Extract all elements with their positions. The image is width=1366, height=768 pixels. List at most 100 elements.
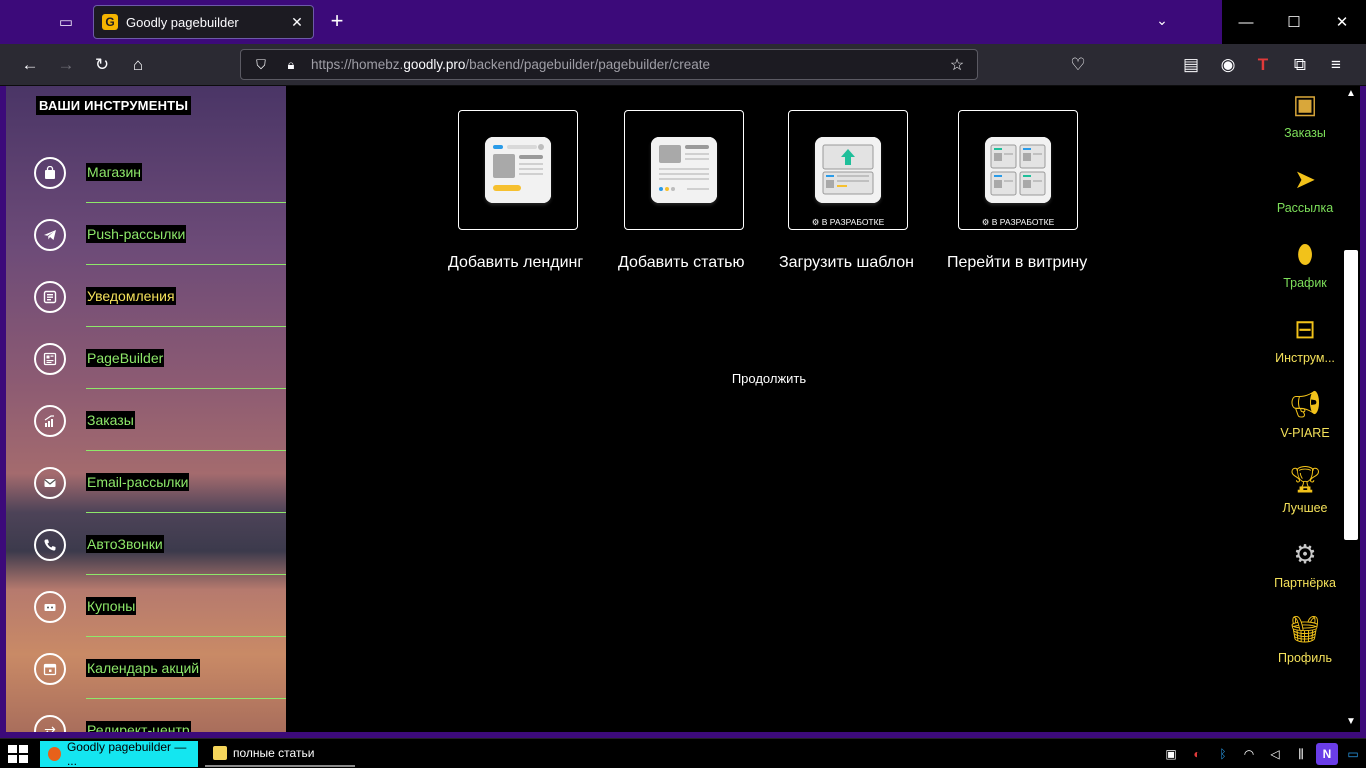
taskbar: Goodly pagebuilder — ... полные статьи ▣… xyxy=(0,738,1366,768)
showcase-icon xyxy=(985,137,1051,203)
shield-icon[interactable]: ⛉ xyxy=(251,57,271,73)
scroll-down-arrow-icon[interactable]: ▼ xyxy=(1344,716,1358,730)
sidebar-item-label: Магазин xyxy=(86,163,143,181)
sidebar-item-label: АвтоЗвонки xyxy=(86,535,164,553)
sidebar-item-label: Заказы xyxy=(86,411,135,429)
in-development-badge: ⚙ В РАЗРАБОТКЕ xyxy=(981,217,1055,227)
close-window-button[interactable]: ✕ xyxy=(1318,0,1366,44)
tab-list-icon[interactable]: ▭ xyxy=(52,10,80,34)
chart-icon xyxy=(34,405,66,437)
maximize-button[interactable]: ☐ xyxy=(1270,0,1318,44)
sidebar-item-label: Уведомления xyxy=(86,287,176,305)
sidebar-item-push[interactable]: Push-рассылки xyxy=(6,203,286,265)
lock-icon[interactable]: 🔒︎ xyxy=(281,57,301,73)
mouse-icon: ⬮ xyxy=(1296,239,1314,269)
tools-sidebar: ВАШИ ИНСТРУМЕНТЫ Магазин Push-рассылки У… xyxy=(6,86,286,732)
continue-link[interactable]: Продолжить xyxy=(286,371,1252,386)
landing-template-icon xyxy=(485,137,551,203)
tab-title: Goodly pagebuilder xyxy=(126,14,239,30)
browser-titlebar: ▭ G Goodly pagebuilder ✕ + ⌄ — ☐ ✕ xyxy=(0,0,1366,44)
pagebuilder-icon xyxy=(34,343,66,375)
go-to-showcase-caption[interactable]: Перейти в витрину xyxy=(947,254,1087,272)
star-icon[interactable]: ☆ xyxy=(947,55,967,75)
sidebar-item-label: PageBuilder xyxy=(86,349,165,367)
menu-icon[interactable]: ≡ xyxy=(1323,53,1349,77)
goodly-favicon-icon: G xyxy=(102,14,118,30)
in-development-badge: ⚙ В РАЗРАБОТКЕ xyxy=(811,217,885,227)
upload-template-card[interactable]: ⚙ В РАЗРАБОТКЕ xyxy=(788,110,908,230)
sidebar-item-autocalls[interactable]: АвтоЗвонки xyxy=(6,513,286,575)
sidebar-item-shop[interactable]: Магазин xyxy=(6,141,286,203)
tray-antivirus-icon[interactable]: ◐ xyxy=(1186,743,1208,765)
tab-close-icon[interactable]: ✕ xyxy=(289,14,305,31)
add-article-card[interactable] xyxy=(624,110,744,230)
url-bar[interactable]: ⛉ 🔒︎ https://homebz.goodly.pro/backend/p… xyxy=(240,49,978,80)
sidebar-item-label: Push-рассылки xyxy=(86,225,187,243)
window-controls: — ☐ ✕ xyxy=(1222,0,1366,44)
upload-template-icon xyxy=(815,137,881,203)
notifications-icon[interactable]: ▭ xyxy=(1342,743,1364,765)
mail-icon xyxy=(34,467,66,499)
bag-icon xyxy=(34,157,66,189)
taskbar-item-label: Goodly pagebuilder — ... xyxy=(66,740,187,768)
gear-icon: ⚙ xyxy=(1293,539,1317,569)
tray-app-icon-2[interactable]: ⫼ xyxy=(1290,743,1312,765)
scrollbar-thumb[interactable] xyxy=(1344,250,1358,540)
upload-template-caption[interactable]: Загрузить шаблон xyxy=(779,254,914,272)
sidebar-item-coupons[interactable]: Купоны xyxy=(6,575,286,637)
pocket-icon[interactable]: ♡ xyxy=(1065,53,1091,77)
extension-t-icon[interactable]: T xyxy=(1250,53,1276,77)
go-to-showcase-card[interactable]: ⚙ В РАЗРАБОТКЕ xyxy=(958,110,1078,230)
browser-navbar: ← → ↻ ⌂ ⛉ 🔒︎ https://homebz.goodly.pro/b… xyxy=(0,44,1366,86)
coupon-icon xyxy=(34,591,66,623)
home-button[interactable]: ⌂ xyxy=(125,53,151,77)
browser-tab[interactable]: G Goodly pagebuilder ✕ xyxy=(93,5,314,39)
tray-app-icon[interactable]: ▣ xyxy=(1160,743,1182,765)
sidebar-item-calendar[interactable]: Календарь акций xyxy=(6,637,286,699)
windows-start-icon[interactable] xyxy=(8,745,28,763)
folder-icon xyxy=(213,746,227,760)
telegram-icon xyxy=(34,219,66,251)
paper-plane-icon: ➤ xyxy=(1294,164,1316,194)
basket-icon: 🧺︎ xyxy=(1288,614,1322,644)
notification-icon xyxy=(34,281,66,313)
new-tab-button[interactable]: + xyxy=(325,10,349,34)
taskbar-item-label: полные статьи xyxy=(233,746,315,760)
chevron-down-icon[interactable]: ⌄ xyxy=(1150,12,1174,32)
volume-icon[interactable]: ◁ xyxy=(1264,743,1286,765)
article-template-icon xyxy=(651,137,717,203)
taskbar-item-firefox[interactable]: Goodly pagebuilder — ... xyxy=(40,740,198,768)
wifi-icon[interactable]: ◠ xyxy=(1238,743,1260,765)
system-tray: ▣ ◐ ᛒ ◠ ◁ ⫼ N ▭ xyxy=(1158,741,1366,767)
sidebar-item-label: Email-рассылки xyxy=(86,473,190,491)
megaphone-icon: 📢︎ xyxy=(1288,389,1322,419)
url-text[interactable]: https://homebz.goodly.pro/backend/pagebu… xyxy=(311,57,947,72)
sidebar-item-notifications[interactable]: Уведомления xyxy=(6,265,286,327)
add-landing-card[interactable] xyxy=(458,110,578,230)
account-icon[interactable]: ◉ xyxy=(1215,53,1241,77)
calendar-icon xyxy=(34,653,66,685)
sidebar-item-email[interactable]: Email-рассылки xyxy=(6,451,286,513)
forward-button[interactable]: → xyxy=(53,53,79,77)
add-article-caption[interactable]: Добавить статью xyxy=(618,254,745,272)
sidebar-item-orders[interactable]: Заказы xyxy=(6,389,286,451)
back-button[interactable]: ← xyxy=(17,53,43,77)
taskbar-item-folder[interactable]: полные статьи xyxy=(205,741,355,767)
scroll-up-arrow-icon[interactable]: ▲ xyxy=(1344,88,1358,102)
firefox-icon xyxy=(48,747,61,761)
boxes-icon: ▣ xyxy=(1292,89,1318,119)
bluetooth-icon[interactable]: ᛒ xyxy=(1212,743,1234,765)
trophy-icon: 🏆︎ xyxy=(1288,464,1322,494)
add-landing-caption[interactable]: Добавить лендинг xyxy=(448,254,583,272)
sidebar-item-redirect[interactable]: ⇄ Редирект-центр xyxy=(6,699,286,732)
extensions-icon[interactable]: ⧉ xyxy=(1287,53,1313,77)
tray-n-icon[interactable]: N xyxy=(1316,743,1338,765)
reload-button[interactable]: ↻ xyxy=(89,53,115,77)
sidebar-item-pagebuilder[interactable]: PageBuilder xyxy=(6,327,286,389)
right-menu: ▣ Заказы ➤ Рассылка ⬮ Трафик ⊟ Инструм..… xyxy=(1246,86,1342,732)
sidebar-item-label: Календарь акций xyxy=(86,659,201,677)
main-content: Добавить лендинг Добавить статью ⚙ В РАЗ… xyxy=(286,86,1246,732)
sidebar-item-label: Купоны xyxy=(86,597,137,615)
reader-view-icon[interactable]: ▤ xyxy=(1178,53,1204,77)
minimize-button[interactable]: — xyxy=(1222,0,1270,44)
